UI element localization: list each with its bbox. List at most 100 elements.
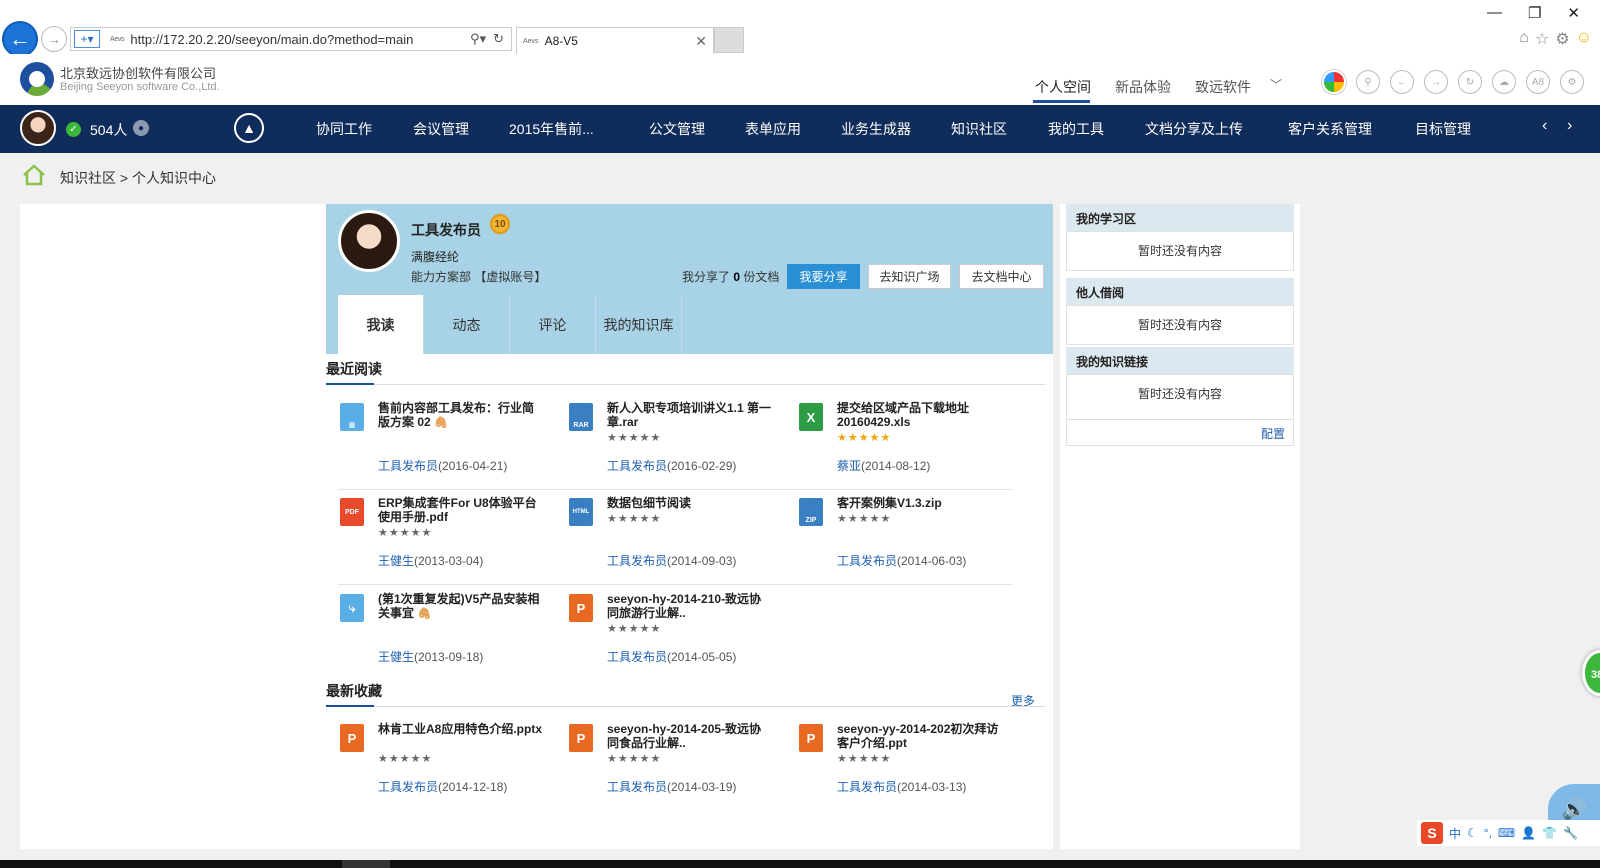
url-text[interactable]: http://172.20.2.20/seeyon/main.do?method…	[130, 32, 470, 47]
settings-circle-icon[interactable]: ⚙	[1560, 70, 1584, 94]
item-title[interactable]: 售前内容部工具发布：行业简版方案 02 🖇	[378, 401, 543, 430]
navigation-arrow-icon[interactable]: ▲	[234, 113, 264, 143]
home-icon[interactable]: ⌂	[1519, 29, 1529, 49]
item-author[interactable]: 工具发布员	[837, 554, 897, 568]
nav-item-presales-2015[interactable]: 2015年售前...	[509, 119, 594, 139]
moon-icon[interactable]: ☾	[1467, 826, 1478, 840]
browser-tab[interactable]: Aevs A8-V5 ✕	[516, 27, 714, 54]
user-avatar[interactable]	[20, 110, 56, 146]
header-link-seeyon-software[interactable]: 致远软件	[1195, 77, 1251, 97]
header-link-new-products[interactable]: 新品体验	[1115, 77, 1171, 97]
list-item[interactable]: X 提交给区域产品下载地址20160429.xls ★★★★★ 蔡亚(2014-…	[799, 401, 1014, 481]
chevron-right-icon[interactable]: ›	[1567, 117, 1572, 135]
sogou-logo-icon[interactable]: S	[1421, 822, 1443, 844]
cloud-circle-icon[interactable]: ☁	[1492, 70, 1516, 94]
theme-color-icon[interactable]	[1322, 70, 1346, 94]
settings-gear-icon[interactable]: ⚙	[1555, 29, 1569, 49]
profile-avatar[interactable]	[338, 210, 400, 272]
search-icon[interactable]: ⚲▾	[470, 31, 486, 47]
smiley-icon[interactable]: ☺	[1576, 29, 1592, 49]
item-author[interactable]: 蔡亚	[837, 459, 861, 473]
favorites-star-icon[interactable]: ☆	[1535, 29, 1549, 49]
item-title[interactable]: seeyon-hy-2014-210-致远协同旅游行业解..	[607, 592, 772, 620]
keyboard-icon[interactable]: ⌨	[1498, 826, 1515, 840]
item-author[interactable]: 工具发布员	[607, 780, 667, 794]
item-title[interactable]: seeyon-hy-2014-205-致远协同食品行业解..	[607, 722, 772, 750]
person-icon[interactable]: ●	[133, 120, 149, 136]
refresh-icon[interactable]: ↻	[493, 31, 504, 47]
item-author[interactable]: 工具发布员	[378, 780, 438, 794]
minimize-icon[interactable]: —	[1487, 4, 1502, 22]
nav-item-my-tools[interactable]: 我的工具	[1048, 119, 1104, 139]
share-button[interactable]: 我要分享	[787, 264, 860, 289]
nav-item-collaboration[interactable]: 协同工作	[316, 119, 372, 139]
item-author[interactable]: 工具发布员	[607, 554, 667, 568]
nav-item-documents[interactable]: 公文管理	[649, 119, 705, 139]
online-count[interactable]: 504人	[90, 120, 127, 140]
nav-item-crm[interactable]: 客户关系管理	[1288, 119, 1372, 139]
wrench-icon[interactable]: 🔧	[1563, 826, 1578, 840]
back-arrow-icon[interactable]: ←	[2, 21, 38, 57]
nav-item-business-generator[interactable]: 业务生成器	[841, 119, 911, 139]
forward-arrow-icon[interactable]: →	[41, 26, 67, 52]
skin-icon[interactable]: 👕	[1542, 826, 1557, 840]
doc-center-button[interactable]: 去文档中心	[959, 264, 1044, 289]
user-icon[interactable]: 👤	[1521, 826, 1536, 840]
item-title[interactable]: 新人入职专项培训讲义1.1 第一章.rar	[607, 401, 772, 429]
punctuation-icon[interactable]: °,	[1484, 826, 1492, 840]
home-outline-icon[interactable]	[22, 163, 46, 187]
header-link-personal-space[interactable]: 个人空间	[1035, 77, 1091, 97]
list-item[interactable]: ZIP 客开案例集V1.3.zip ★★★★★ 工具发布员(2014-06-03…	[799, 496, 1014, 576]
tab-my-library[interactable]: 我的知识库	[596, 295, 682, 354]
item-title[interactable]: 提交给区域产品下载地址20160429.xls	[837, 401, 1002, 429]
item-title[interactable]: 数据包细节阅读	[607, 496, 772, 510]
list-item[interactable]: P seeyon-hy-2014-205-致远协同食品行业解.. ★★★★★ 工…	[569, 722, 784, 802]
chevron-left-icon[interactable]: ‹	[1542, 117, 1547, 135]
refresh-circle-icon[interactable]: ↻	[1458, 70, 1482, 94]
item-title[interactable]: 林肯工业A8应用特色介绍.pptx	[378, 722, 543, 736]
nav-item-doc-share-upload[interactable]: 文档分享及上传	[1145, 119, 1243, 139]
ime-language[interactable]: 中	[1449, 825, 1461, 842]
chevron-down-icon[interactable]: ﹀	[1270, 76, 1282, 93]
list-item[interactable]: ▦ 售前内容部工具发布：行业简版方案 02 🖇 工具发布员(2016-04-21…	[340, 401, 555, 481]
rating-stars: ★★★★★	[837, 753, 892, 765]
item-author[interactable]: 王健生	[378, 554, 414, 568]
item-author[interactable]: 工具发布员	[837, 780, 897, 794]
address-bar[interactable]: +▾ Aevs http://172.20.2.20/seeyon/main.d…	[70, 27, 512, 51]
nav-item-goals[interactable]: 目标管理	[1415, 119, 1471, 139]
forward-circle-icon[interactable]: →	[1424, 70, 1448, 94]
breadcrumb-root[interactable]: 知识社区	[60, 170, 116, 186]
list-item[interactable]: P 林肯工业A8应用特色介绍.pptx ★★★★★ 工具发布员(2014-12-…	[340, 722, 555, 802]
item-author[interactable]: 工具发布员	[378, 459, 438, 473]
item-author[interactable]: 王健生	[378, 650, 414, 664]
item-title[interactable]: 客开案例集V1.3.zip	[837, 496, 1002, 510]
close-tab-icon[interactable]: ✕	[695, 33, 707, 50]
config-link[interactable]: 配置	[1261, 425, 1285, 442]
back-circle-icon[interactable]: ←	[1390, 70, 1414, 94]
item-author[interactable]: 工具发布员	[607, 650, 667, 664]
list-item[interactable]: RAR 新人入职专项培训讲义1.1 第一章.rar ★★★★★ 工具发布员(20…	[569, 401, 784, 481]
item-title[interactable]: (第1次重复发起)V5产品安装相关事宜 🖇	[378, 592, 543, 621]
taskbar-item[interactable]	[342, 860, 390, 868]
search-circle-icon[interactable]: ⚲	[1356, 70, 1380, 94]
tab-comments[interactable]: 评论	[510, 295, 596, 354]
item-author[interactable]: 工具发布员	[607, 459, 667, 473]
nav-item-knowledge-community[interactable]: 知识社区	[951, 119, 1007, 139]
list-item[interactable]: P seeyon-yy-2014-202初次拜访客户介绍.ppt ★★★★★ 工…	[799, 722, 1014, 802]
tab-activity[interactable]: 动态	[424, 295, 510, 354]
tab-my-reading[interactable]: 我读	[338, 295, 424, 354]
a8-circle-icon[interactable]: A8	[1526, 70, 1550, 94]
item-title[interactable]: ERP集成套件For U8体验平台使用手册.pdf	[378, 496, 543, 524]
notification-bubble[interactable]: 38	[1582, 650, 1600, 696]
list-item[interactable]: P seeyon-hy-2014-210-致远协同旅游行业解.. ★★★★★ 工…	[569, 592, 784, 672]
restore-icon[interactable]: ❐	[1528, 4, 1541, 22]
knowledge-square-button[interactable]: 去知识广场	[868, 264, 951, 289]
list-item[interactable]: HTML 数据包细节阅读 ★★★★★ 工具发布员(2014-09-03)	[569, 496, 784, 576]
item-title[interactable]: seeyon-yy-2014-202初次拜访客户介绍.ppt	[837, 722, 1002, 750]
nav-item-forms[interactable]: 表单应用	[745, 119, 801, 139]
nav-item-meetings[interactable]: 会议管理	[413, 119, 469, 139]
new-tab-button[interactable]	[714, 27, 744, 53]
close-window-icon[interactable]: ✕	[1567, 4, 1580, 22]
list-item[interactable]: ⤷ (第1次重复发起)V5产品安装相关事宜 🖇 王健生(2013-09-18)	[340, 592, 555, 672]
list-item[interactable]: PDF ERP集成套件For U8体验平台使用手册.pdf ★★★★★ 王健生(…	[340, 496, 555, 576]
